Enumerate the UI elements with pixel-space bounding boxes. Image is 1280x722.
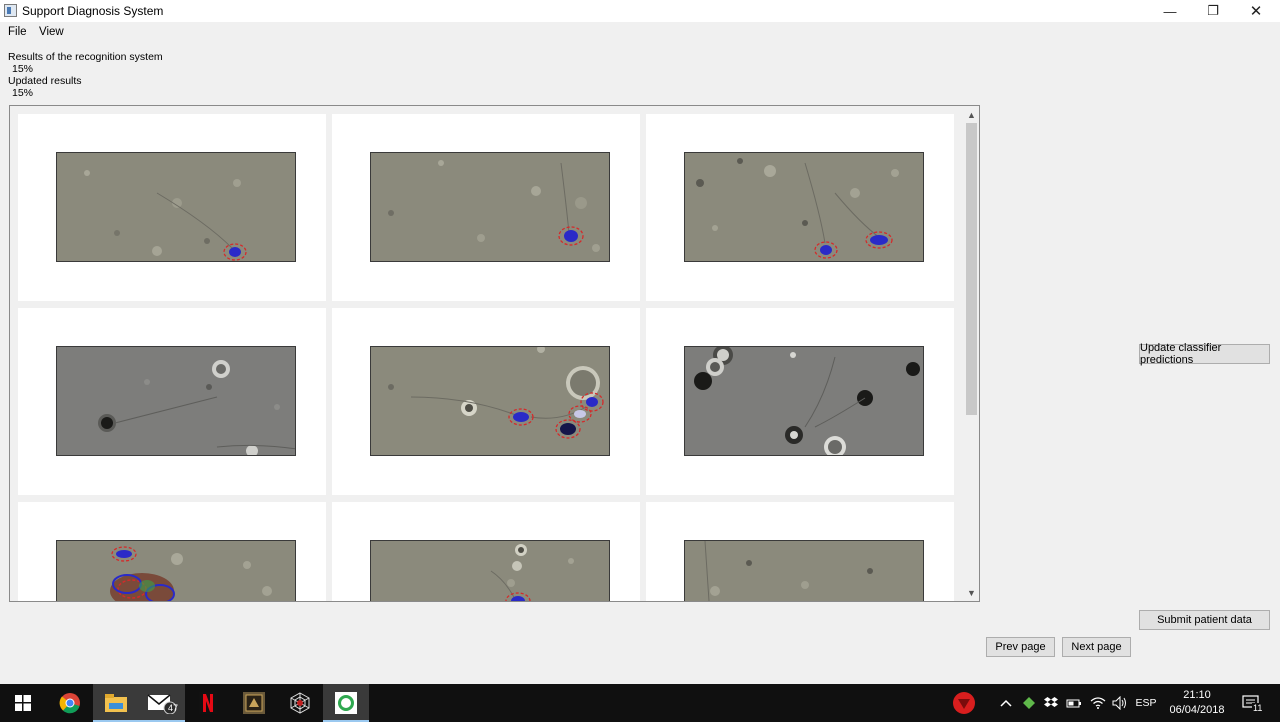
- spider-web-icon[interactable]: [277, 684, 323, 722]
- title-bar: Support Diagnosis System — ❐ ✕: [0, 0, 1280, 22]
- netflix-icon[interactable]: [185, 684, 231, 722]
- microscopy-image: [684, 540, 924, 601]
- microscopy-image: [370, 540, 610, 601]
- chrome-icon[interactable]: [47, 684, 93, 722]
- image-cell[interactable]: [18, 502, 326, 601]
- microscopy-image: [684, 152, 924, 262]
- microscopy-image: [56, 540, 296, 601]
- clock-date: 06/04/2018: [1169, 704, 1225, 716]
- microscopy-image: [56, 152, 296, 262]
- image-cell[interactable]: [646, 114, 954, 301]
- microscopy-image: [56, 346, 296, 456]
- image-cell[interactable]: [332, 114, 640, 301]
- maximize-button[interactable]: ❐: [1191, 0, 1235, 22]
- notifications-icon[interactable]: 11: [1238, 684, 1264, 722]
- wifi-icon[interactable]: [1088, 684, 1108, 722]
- microscopy-image: [370, 346, 610, 456]
- image-cell[interactable]: [646, 308, 954, 495]
- update-classifier-button[interactable]: Update classifier predictions: [1139, 342, 1270, 366]
- image-cell[interactable]: [18, 308, 326, 495]
- image-cell[interactable]: [332, 502, 640, 601]
- image-cell[interactable]: [332, 308, 640, 495]
- minimize-button[interactable]: —: [1148, 0, 1192, 22]
- microscopy-image: [370, 152, 610, 262]
- recognition-results-label: Results of the recognition system: [8, 51, 163, 63]
- menu-file[interactable]: File: [8, 26, 27, 38]
- antivirus-icon[interactable]: [944, 684, 984, 722]
- clock-time: 21:10: [1183, 689, 1211, 701]
- image-cell[interactable]: [646, 502, 954, 601]
- chevron-up-icon[interactable]: [997, 684, 1015, 722]
- windows-start-icon[interactable]: [0, 684, 46, 722]
- scroll-down-icon[interactable]: ▼: [963, 584, 979, 601]
- file-explorer-icon[interactable]: [93, 684, 139, 722]
- clock[interactable]: 21:10 06/04/2018: [1160, 688, 1234, 718]
- language-label: ESP: [1135, 697, 1157, 709]
- mail-badge: 47: [168, 703, 179, 713]
- language-indicator[interactable]: ESP: [1133, 684, 1159, 722]
- shield-tray-icon[interactable]: [1019, 684, 1039, 722]
- app-ring-icon[interactable]: [323, 684, 369, 722]
- submit-patient-data-button[interactable]: Submit patient data: [1139, 610, 1270, 630]
- menu-view[interactable]: View: [39, 26, 64, 38]
- close-button[interactable]: ✕: [1234, 0, 1278, 22]
- scroll-up-icon[interactable]: ▲: [963, 106, 979, 123]
- microscopy-image: [684, 346, 924, 456]
- next-page-button[interactable]: Next page: [1062, 637, 1131, 657]
- game-icon[interactable]: [231, 684, 277, 722]
- updated-results-value: 15%: [12, 87, 34, 99]
- vertical-scrollbar[interactable]: ▲ ▼: [963, 106, 979, 601]
- app-icon: [4, 4, 17, 17]
- notification-count: 11: [1252, 703, 1264, 713]
- updated-results-label: Updated results: [8, 75, 82, 87]
- dropbox-icon[interactable]: [1042, 684, 1060, 722]
- image-cell[interactable]: [18, 114, 326, 301]
- window-title: Support Diagnosis System: [22, 4, 164, 18]
- menu-bar: File View: [0, 22, 1280, 42]
- taskbar: 47 ESP 21:10 06/04/2018 11: [0, 684, 1280, 722]
- recognition-results-value: 15%: [12, 63, 34, 75]
- mail-icon[interactable]: 47: [139, 684, 185, 722]
- battery-icon[interactable]: [1064, 684, 1084, 722]
- prev-page-button[interactable]: Prev page: [986, 637, 1055, 657]
- scrollbar-thumb[interactable]: [966, 123, 977, 415]
- volume-icon[interactable]: [1110, 684, 1130, 722]
- image-grid[interactable]: ▲ ▼: [9, 105, 980, 602]
